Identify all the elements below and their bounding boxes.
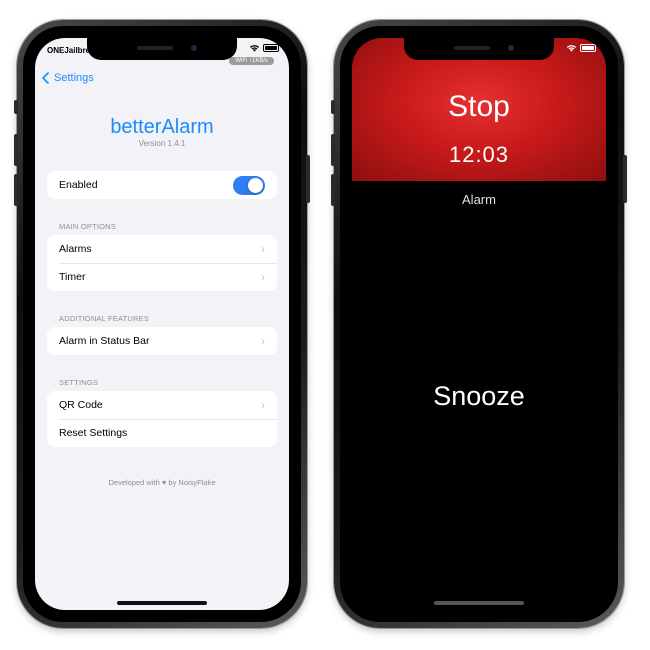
volume-down-button xyxy=(331,174,335,206)
toggle-knob xyxy=(248,177,263,193)
main-options-group: Alarms › Timer › xyxy=(47,235,277,291)
home-indicator[interactable] xyxy=(434,601,524,605)
back-button[interactable]: Settings xyxy=(42,72,94,84)
status-icons xyxy=(566,44,596,52)
volume-down-button xyxy=(14,174,18,206)
row-label: Reset Settings xyxy=(59,427,128,439)
home-indicator[interactable] xyxy=(117,601,207,605)
additional-features-group: Alarm in Status Bar › xyxy=(47,327,277,355)
footer-suffix: by NoisyFlake xyxy=(168,478,216,487)
row-reset-settings[interactable]: Reset Settings xyxy=(47,419,277,447)
settings-screen: ONEJailbreak WiFi ↑1KB/s Settings better… xyxy=(35,38,289,610)
speaker xyxy=(454,46,490,50)
row-label: QR Code xyxy=(59,399,103,411)
mute-switch xyxy=(331,100,335,114)
alarm-time: 12:03 xyxy=(448,142,510,167)
section-header-settings: SETTINGS xyxy=(59,378,99,387)
stop-label: Stop xyxy=(448,90,510,123)
app-title: betterAlarm xyxy=(110,116,214,138)
enabled-row[interactable]: Enabled xyxy=(47,171,277,199)
notch xyxy=(404,38,554,60)
chevron-right-icon: › xyxy=(261,242,265,256)
chevron-right-icon: › xyxy=(261,334,265,348)
enabled-label: Enabled xyxy=(59,179,98,191)
alarm-name: Alarm xyxy=(462,192,496,207)
wifi-icon xyxy=(249,45,260,52)
footer-credit: Developed with ♥ by NoisyFlake xyxy=(35,478,289,487)
mute-switch xyxy=(14,100,18,114)
front-camera xyxy=(191,45,197,51)
row-label: Alarms xyxy=(59,243,92,255)
volume-up-button xyxy=(331,134,335,166)
enabled-toggle[interactable] xyxy=(233,175,265,195)
speaker xyxy=(137,46,173,50)
row-alarms[interactable]: Alarms › xyxy=(47,235,277,263)
row-qr-code[interactable]: QR Code › xyxy=(47,391,277,419)
left-phone: ONEJailbreak WiFi ↑1KB/s Settings better… xyxy=(14,20,310,628)
settings-group: QR Code › Reset Settings xyxy=(47,391,277,447)
power-button xyxy=(623,155,627,203)
status-icons xyxy=(249,44,279,52)
wifi-icon xyxy=(566,45,577,52)
row-alarm-in-status-bar[interactable]: Alarm in Status Bar › xyxy=(47,327,277,355)
battery-icon xyxy=(580,44,596,52)
front-camera xyxy=(508,45,514,51)
chevron-left-icon xyxy=(42,72,49,84)
chevron-right-icon: › xyxy=(261,270,265,284)
back-button-label: Settings xyxy=(54,72,94,84)
alarm-screen: Stop 12:03 Alarm Snooze xyxy=(352,38,606,610)
battery-icon xyxy=(263,44,279,52)
notch xyxy=(87,38,237,60)
network-speed-badge: WiFi ↑1KB/s xyxy=(229,57,274,65)
row-label: Timer xyxy=(59,271,86,283)
section-header-main-options: MAIN OPTIONS xyxy=(59,222,116,231)
power-button xyxy=(306,155,310,203)
snooze-button[interactable]: Snooze xyxy=(352,381,606,412)
section-header-additional-features: ADDITIONAL FEATURES xyxy=(59,314,150,323)
chevron-right-icon: › xyxy=(261,398,265,412)
volume-up-button xyxy=(14,134,18,166)
right-phone: Stop 12:03 Alarm Snooze xyxy=(331,20,627,628)
row-label: Alarm in Status Bar xyxy=(59,335,150,347)
app-version: Version 1.4.1 xyxy=(138,139,186,148)
row-timer[interactable]: Timer › xyxy=(47,263,277,291)
heart-icon: ♥ xyxy=(161,478,167,487)
enabled-group: Enabled xyxy=(47,171,277,199)
footer-prefix: Developed with xyxy=(108,478,160,487)
